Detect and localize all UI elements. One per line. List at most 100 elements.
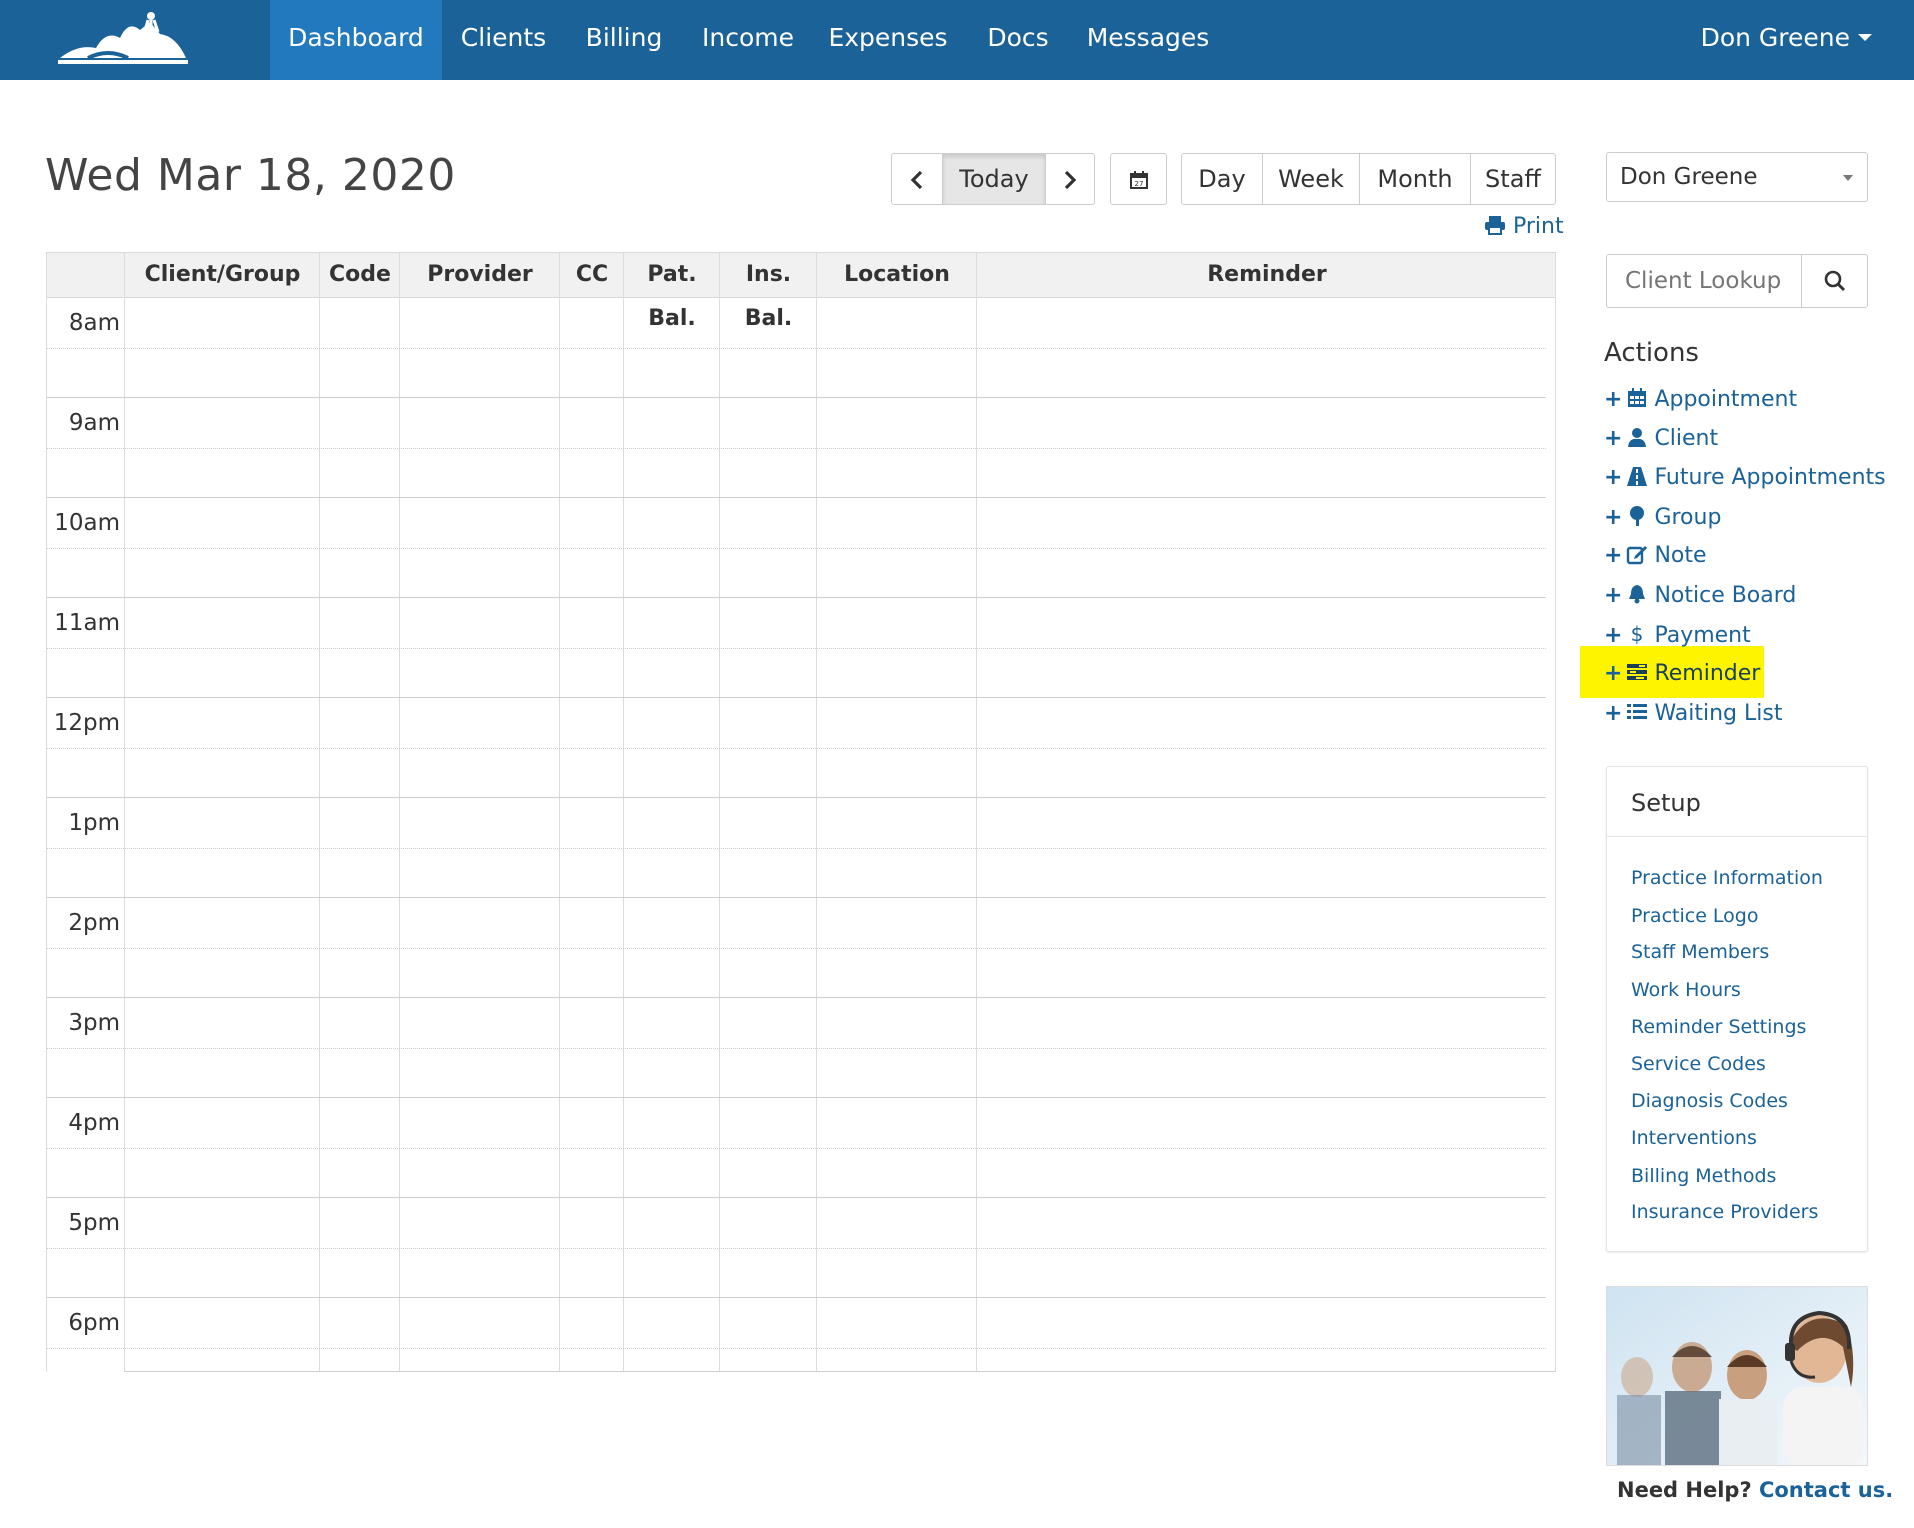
hour-row[interactable]: 10am bbox=[46, 498, 1546, 598]
action-label: Appointment bbox=[1654, 387, 1798, 412]
nav-docs[interactable]: Docs bbox=[963, 0, 1073, 80]
action-label: Payment bbox=[1654, 623, 1751, 648]
caret-down-icon bbox=[1843, 175, 1853, 181]
datepicker-button[interactable]: 27 bbox=[1110, 153, 1167, 205]
plus-icon: + bbox=[1604, 701, 1623, 726]
search-icon bbox=[1824, 270, 1846, 292]
staff-select-value: Don Greene bbox=[1620, 164, 1758, 190]
hour-row[interactable]: 6pm bbox=[46, 1298, 1546, 1398]
hour-label: 6pm bbox=[68, 1310, 120, 1336]
action-payment[interactable]: + $ Payment bbox=[1604, 619, 1751, 653]
view-month-button[interactable]: Month bbox=[1359, 153, 1471, 205]
client-lookup-button[interactable] bbox=[1801, 254, 1868, 308]
view-day-button[interactable]: Day bbox=[1181, 153, 1263, 205]
col-ins-bal: Ins. Bal. bbox=[744, 262, 793, 331]
grid-border bbox=[1555, 252, 1556, 1372]
contact-us-link[interactable]: Contact us. bbox=[1759, 1478, 1893, 1502]
half-hour-line bbox=[46, 1248, 1546, 1249]
plus-icon: + bbox=[1604, 426, 1623, 451]
prev-button[interactable] bbox=[891, 153, 943, 205]
action-notice-board[interactable]: + Notice Board bbox=[1604, 579, 1796, 613]
hour-label: 1pm bbox=[68, 810, 120, 836]
view-staff-button[interactable]: Staff bbox=[1470, 153, 1556, 205]
half-hour-line bbox=[46, 348, 1546, 349]
user-menu[interactable]: Don Greene bbox=[1701, 0, 1872, 80]
hour-row[interactable]: 11am bbox=[46, 598, 1546, 698]
setup-link-interventions[interactable]: Interventions bbox=[1631, 1127, 1757, 1149]
action-label: Waiting List bbox=[1654, 701, 1783, 726]
setup-link-diagnosis-codes[interactable]: Diagnosis Codes bbox=[1631, 1090, 1788, 1112]
action-label: Client bbox=[1654, 426, 1719, 451]
chevron-right-icon bbox=[1064, 170, 1077, 190]
client-lookup-input[interactable] bbox=[1606, 254, 1802, 308]
list-icon bbox=[1627, 704, 1648, 719]
hour-row[interactable]: 8am bbox=[46, 298, 1546, 398]
hour-label: 11am bbox=[54, 610, 120, 636]
hour-row[interactable]: 4pm bbox=[46, 1098, 1546, 1198]
action-label: Note bbox=[1654, 543, 1707, 568]
setup-link-service-codes[interactable]: Service Codes bbox=[1631, 1053, 1766, 1075]
action-client[interactable]: + Client bbox=[1604, 422, 1718, 456]
action-label: Future Appointments bbox=[1654, 465, 1886, 490]
tree-icon bbox=[1630, 506, 1645, 526]
next-button[interactable] bbox=[1045, 153, 1095, 205]
hour-row[interactable]: 5pm bbox=[46, 1198, 1546, 1298]
app-logo[interactable] bbox=[58, 8, 188, 66]
action-group[interactable]: + Group bbox=[1604, 501, 1721, 535]
plus-icon: + bbox=[1604, 465, 1623, 490]
col-location: Location bbox=[844, 262, 950, 287]
hour-row[interactable]: 3pm bbox=[46, 998, 1546, 1098]
setup-link-practice-logo[interactable]: Practice Logo bbox=[1631, 905, 1759, 927]
today-button[interactable]: Today bbox=[942, 153, 1046, 205]
grid-header: Client/Group Code Provider CC Pat. Bal. Ins. … bbox=[46, 252, 1556, 331]
road-icon bbox=[1627, 467, 1648, 486]
half-hour-line bbox=[46, 948, 1546, 949]
action-label: Notice Board bbox=[1654, 583, 1797, 608]
hour-row[interactable]: 1pm bbox=[46, 798, 1546, 898]
help-prefix: Need Help? bbox=[1617, 1478, 1752, 1502]
plus-icon: + bbox=[1604, 661, 1623, 686]
user-icon bbox=[1628, 428, 1647, 447]
staff-select[interactable]: Don Greene bbox=[1606, 152, 1868, 202]
action-appointment[interactable]: + Appointment bbox=[1604, 383, 1797, 417]
setup-link-staff-members[interactable]: Staff Members bbox=[1631, 941, 1769, 963]
setup-link-work-hours[interactable]: Work Hours bbox=[1631, 979, 1741, 1001]
nav-messages[interactable]: Messages bbox=[1073, 0, 1223, 80]
hour-label: 2pm bbox=[68, 910, 120, 936]
setup-header: Setup bbox=[1607, 767, 1867, 837]
nav-dashboard[interactable]: Dashboard bbox=[270, 0, 442, 80]
half-hour-line bbox=[46, 1348, 1546, 1349]
col-client-group: Client/Group bbox=[144, 262, 301, 287]
nav-income[interactable]: Income bbox=[683, 0, 813, 80]
setup-link-insurance-providers[interactable]: Insurance Providers bbox=[1631, 1201, 1818, 1223]
hour-row[interactable]: 2pm bbox=[46, 898, 1546, 998]
schedule-grid: Client/Group Code Provider CC Pat. Bal. Ins. … bbox=[46, 252, 1556, 1372]
setup-link-practice-information[interactable]: Practice Information bbox=[1631, 867, 1823, 889]
help-text: Need Help? Contact us. bbox=[1617, 1478, 1893, 1502]
nav-clients[interactable]: Clients bbox=[442, 0, 565, 80]
nav-billing[interactable]: Billing bbox=[565, 0, 683, 80]
setup-link-billing-methods[interactable]: Billing Methods bbox=[1631, 1165, 1776, 1187]
action-note[interactable]: + Note bbox=[1604, 539, 1707, 573]
chevron-left-icon bbox=[910, 170, 923, 190]
action-reminder[interactable]: + Reminder bbox=[1604, 657, 1760, 691]
view-week-button[interactable]: Week bbox=[1262, 153, 1360, 205]
action-label: Group bbox=[1654, 505, 1722, 530]
action-waiting-list[interactable]: + Waiting List bbox=[1604, 697, 1782, 731]
calendar-icon bbox=[1628, 388, 1647, 407]
half-hour-line bbox=[46, 448, 1546, 449]
print-link[interactable]: Print bbox=[1484, 214, 1564, 239]
nav-expenses[interactable]: Expenses bbox=[813, 0, 963, 80]
half-hour-line bbox=[46, 748, 1546, 749]
hour-row[interactable]: 9am bbox=[46, 398, 1546, 498]
setup-link-reminder-settings[interactable]: Reminder Settings bbox=[1631, 1016, 1806, 1038]
hour-row[interactable]: 12pm bbox=[46, 698, 1546, 798]
col-reminder: Reminder bbox=[1207, 262, 1327, 287]
action-future-appointments[interactable]: + Future Appointments bbox=[1604, 461, 1886, 495]
setup-panel: Setup Practice Information Practice Logo S… bbox=[1606, 766, 1868, 1252]
support-photo bbox=[1606, 1286, 1868, 1466]
half-hour-line bbox=[46, 1148, 1546, 1149]
hour-label: 5pm bbox=[68, 1210, 120, 1236]
half-hour-line bbox=[46, 1048, 1546, 1049]
half-hour-line bbox=[46, 848, 1546, 849]
